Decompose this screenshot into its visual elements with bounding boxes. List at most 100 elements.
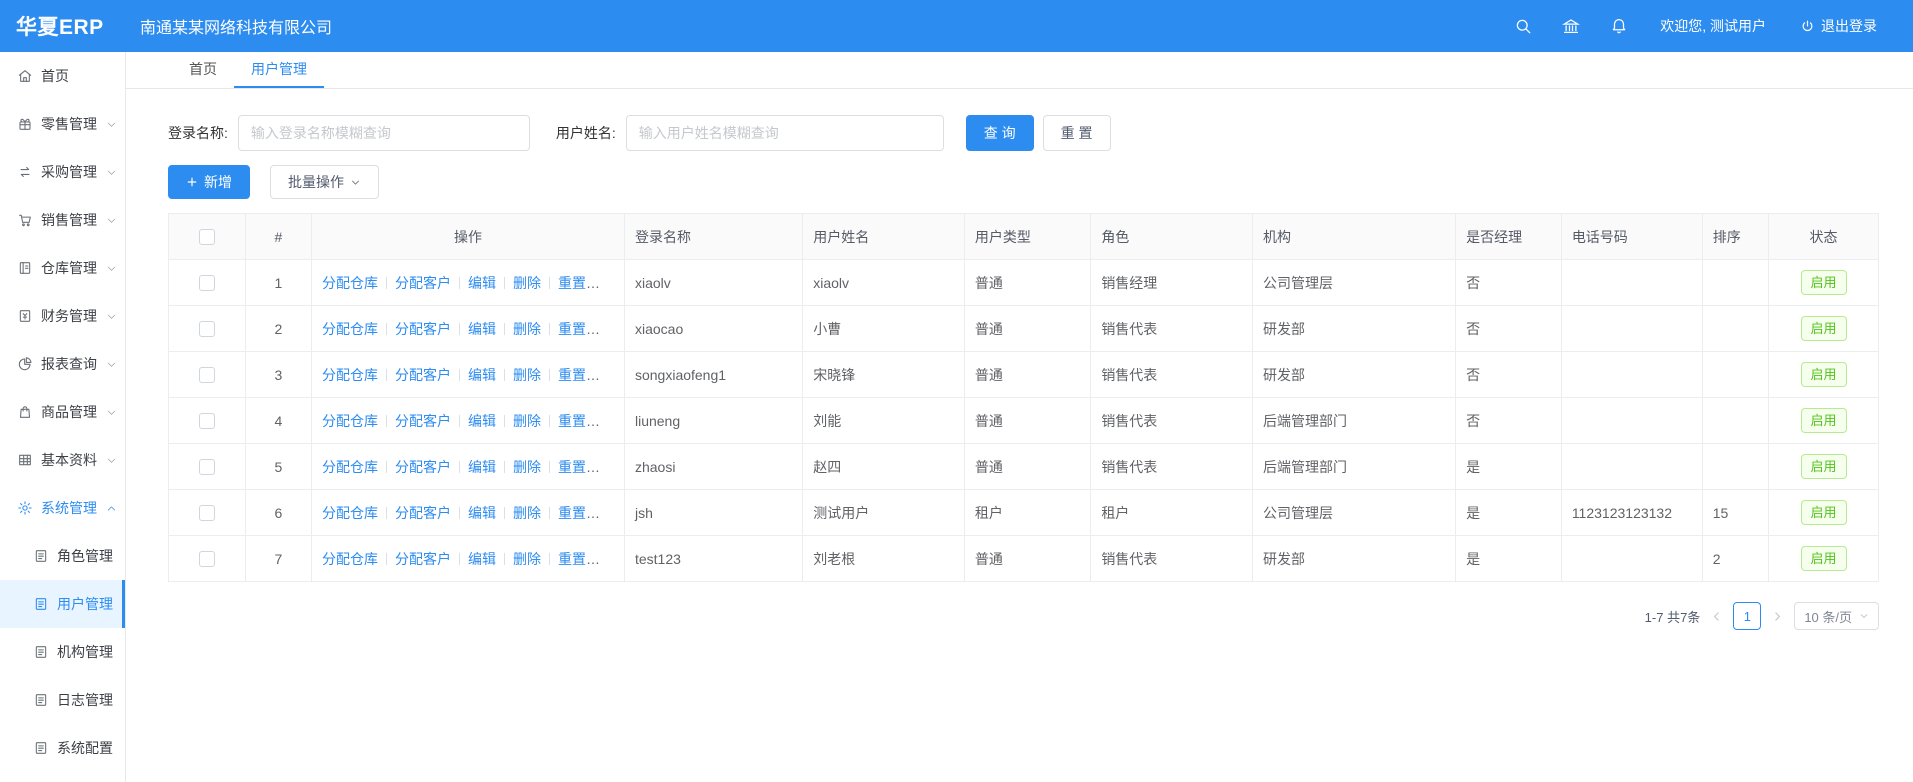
sidebar-item-sales[interactable]: 销售管理 xyxy=(0,196,125,244)
pagination: 1-7 共7条 1 10 条/页 xyxy=(168,602,1879,630)
assign-customer-link[interactable]: 分配客户 xyxy=(395,413,451,429)
assign-warehouse-link[interactable]: 分配仓库 xyxy=(322,321,378,337)
login-name-input[interactable] xyxy=(238,115,530,151)
sidebar-item-finance[interactable]: 财务管理 xyxy=(0,292,125,340)
sidebar-subitem-roles[interactable]: 角色管理 xyxy=(0,532,125,580)
tab-home[interactable]: 首页 xyxy=(172,52,234,88)
divider xyxy=(386,507,387,519)
select-all-checkbox[interactable] xyxy=(199,229,215,245)
pagination-total: 1-7 共7条 xyxy=(1645,607,1701,626)
table-row: 7分配仓库分配客户编辑删除重置密码test123刘老根普通销售代表研发部是2启用 xyxy=(169,536,1879,582)
assign-warehouse-link[interactable]: 分配仓库 xyxy=(322,459,378,475)
logout-button[interactable]: 退出登录 xyxy=(1800,16,1877,36)
status-badge: 启用 xyxy=(1801,316,1847,341)
edit-link[interactable]: 编辑 xyxy=(468,551,496,567)
row-checkbox[interactable] xyxy=(199,413,215,429)
assign-customer-link[interactable]: 分配客户 xyxy=(395,459,451,475)
sidebar-item-label: 基本资料 xyxy=(41,450,97,470)
user-name-input[interactable] xyxy=(626,115,944,151)
sidebar-item-basic-data[interactable]: 基本资料 xyxy=(0,436,125,484)
reset-password-link[interactable]: 重置密码 xyxy=(558,367,614,383)
assign-customer-link[interactable]: 分配客户 xyxy=(395,367,451,383)
chevron-up-icon xyxy=(106,503,117,514)
sidebar-subitem-users[interactable]: 用户管理 xyxy=(0,580,125,628)
cell-role: 销售经理 xyxy=(1091,260,1253,306)
sidebar-subitem-logs[interactable]: 日志管理 xyxy=(0,676,125,724)
reset-password-link[interactable]: 重置密码 xyxy=(558,321,614,337)
grid-icon xyxy=(17,452,33,468)
add-button[interactable]: 新增 xyxy=(168,165,250,199)
cell-type: 普通 xyxy=(964,306,1090,352)
reset-password-link[interactable]: 重置密码 xyxy=(558,275,614,291)
edit-link[interactable]: 编辑 xyxy=(468,367,496,383)
sidebar-subitem-label: 用户管理 xyxy=(57,594,113,614)
edit-link[interactable]: 编辑 xyxy=(468,275,496,291)
assign-warehouse-link[interactable]: 分配仓库 xyxy=(322,275,378,291)
reset-password-link[interactable]: 重置密码 xyxy=(558,459,614,475)
assign-warehouse-link[interactable]: 分配仓库 xyxy=(322,367,378,383)
divider xyxy=(459,461,460,473)
query-button[interactable]: 查 询 xyxy=(966,115,1034,151)
row-checkbox[interactable] xyxy=(199,459,215,475)
sidebar-item-products[interactable]: 商品管理 xyxy=(0,388,125,436)
assign-customer-link[interactable]: 分配客户 xyxy=(395,505,451,521)
page-size-select[interactable]: 10 条/页 xyxy=(1794,602,1879,630)
sidebar-item-label: 采购管理 xyxy=(41,162,97,182)
bell-icon[interactable] xyxy=(1610,17,1628,35)
sidebar-item-reports[interactable]: 报表查询 xyxy=(0,340,125,388)
sidebar-item-label: 首页 xyxy=(41,66,69,86)
row-checkbox[interactable] xyxy=(199,551,215,567)
batch-operations-button[interactable]: 批量操作 xyxy=(270,165,379,199)
search-icon[interactable] xyxy=(1514,17,1532,35)
sidebar-subitem-orgs[interactable]: 机构管理 xyxy=(0,628,125,676)
edit-link[interactable]: 编辑 xyxy=(468,413,496,429)
row-select-cell xyxy=(169,536,246,582)
sidebar-item-purchase[interactable]: 采购管理 xyxy=(0,148,125,196)
cell-name: 宋晓锋 xyxy=(803,352,965,398)
assign-warehouse-link[interactable]: 分配仓库 xyxy=(322,551,378,567)
reset-password-link[interactable]: 重置密码 xyxy=(558,551,614,567)
table-row: 6分配仓库分配客户编辑删除重置密码jsh测试用户租户租户公司管理层是112312… xyxy=(169,490,1879,536)
page-number-button[interactable]: 1 xyxy=(1733,602,1761,630)
delete-link[interactable]: 删除 xyxy=(513,551,541,567)
chevron-down-icon xyxy=(106,263,117,274)
reset-password-link[interactable]: 重置密码 xyxy=(558,413,614,429)
pie-chart-icon xyxy=(17,356,33,372)
sidebar-subitem-config[interactable]: 系统配置 xyxy=(0,724,125,772)
row-checkbox[interactable] xyxy=(199,321,215,337)
sidebar-item-system[interactable]: 系统管理 xyxy=(0,484,125,532)
bank-icon[interactable] xyxy=(1562,17,1580,35)
assign-warehouse-link[interactable]: 分配仓库 xyxy=(322,413,378,429)
sidebar-item-retail[interactable]: 零售管理 xyxy=(0,100,125,148)
tab-user-management[interactable]: 用户管理 xyxy=(234,52,324,88)
chevron-down-icon xyxy=(106,119,117,130)
delete-link[interactable]: 删除 xyxy=(513,321,541,337)
assign-customer-link[interactable]: 分配客户 xyxy=(395,275,451,291)
assign-customer-link[interactable]: 分配客户 xyxy=(395,551,451,567)
row-checkbox[interactable] xyxy=(199,367,215,383)
divider xyxy=(459,415,460,427)
table-row: 1分配仓库分配客户编辑删除重置密码xiaolvxiaolv普通销售经理公司管理层… xyxy=(169,260,1879,306)
sidebar-item-warehouse[interactable]: 仓库管理 xyxy=(0,244,125,292)
edit-link[interactable]: 编辑 xyxy=(468,321,496,337)
reset-password-link[interactable]: 重置密码 xyxy=(558,505,614,521)
sidebar-item-home[interactable]: 首页 xyxy=(0,52,125,100)
next-page-button[interactable] xyxy=(1771,610,1784,623)
column-header-phone: 电话号码 xyxy=(1561,214,1702,260)
edit-link[interactable]: 编辑 xyxy=(468,505,496,521)
reset-button[interactable]: 重 置 xyxy=(1043,115,1111,151)
assign-warehouse-link[interactable]: 分配仓库 xyxy=(322,505,378,521)
row-checkbox[interactable] xyxy=(199,505,215,521)
cell-phone xyxy=(1561,536,1702,582)
delete-link[interactable]: 删除 xyxy=(513,505,541,521)
delete-link[interactable]: 删除 xyxy=(513,275,541,291)
delete-link[interactable]: 删除 xyxy=(513,367,541,383)
prev-page-button[interactable] xyxy=(1710,610,1723,623)
edit-link[interactable]: 编辑 xyxy=(468,459,496,475)
delete-link[interactable]: 删除 xyxy=(513,413,541,429)
gear-icon xyxy=(17,500,33,516)
assign-customer-link[interactable]: 分配客户 xyxy=(395,321,451,337)
row-checkbox[interactable] xyxy=(199,275,215,291)
delete-link[interactable]: 删除 xyxy=(513,459,541,475)
add-button-label: 新增 xyxy=(204,172,232,192)
